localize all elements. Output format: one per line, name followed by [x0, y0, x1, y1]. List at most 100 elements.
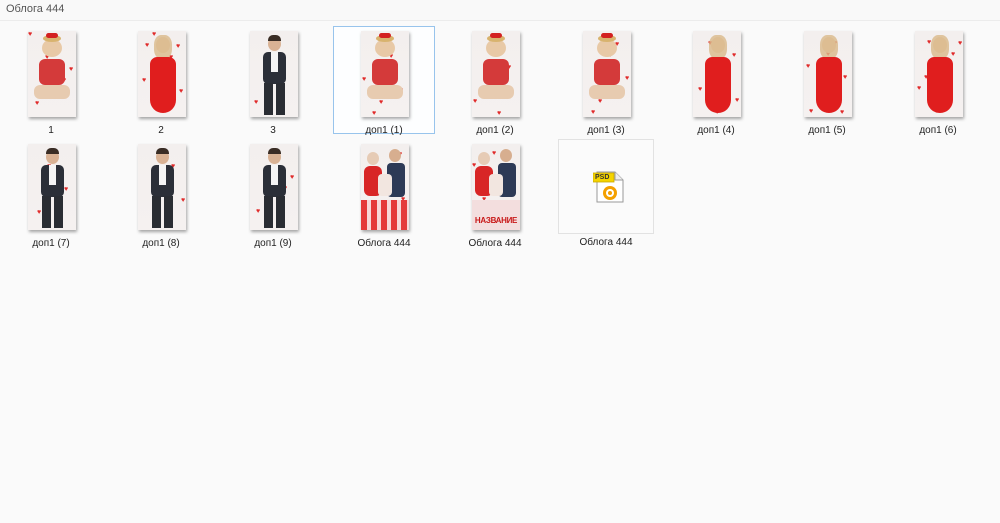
heart-decoration: ♥ — [840, 109, 845, 116]
heart-decoration: ♥ — [37, 209, 42, 216]
heart-decoration: ♥ — [256, 208, 261, 215]
file-item[interactable]: ♥♥♥♥♥♥♥♥2 — [110, 26, 212, 136]
heart-decoration: ♥ — [735, 97, 740, 104]
man-hair — [268, 35, 281, 41]
hair-bow — [601, 33, 613, 38]
child-dress — [483, 59, 509, 85]
file-item[interactable]: ♥♥♥♥♥♥ доп1 (3) — [555, 26, 657, 136]
file-name-label: доп1 (6) — [919, 125, 957, 136]
file-thumbnail: ♥♥♥♥♥♥ — [472, 31, 520, 117]
heart-decoration: ♥ — [28, 31, 33, 38]
left-leg — [42, 196, 51, 228]
heart-decoration: ♥ — [732, 52, 737, 59]
man-hair — [268, 148, 281, 154]
white-shirt — [271, 52, 278, 72]
file-name-label: Облога 444 — [357, 238, 411, 249]
hair-bow — [46, 33, 58, 38]
heart-decoration: ♥ — [290, 174, 295, 181]
man-head — [389, 149, 401, 162]
man-head — [500, 149, 512, 162]
heart-decoration: ♥ — [806, 63, 811, 70]
heart-decoration: ♥ — [598, 98, 603, 105]
file-item[interactable]: PSD Облога 444 — [558, 139, 654, 248]
red-dress — [927, 57, 953, 113]
file-thumbnail: ♥♥♥♥♥♥♥♥ — [693, 31, 741, 117]
file-thumbnail: ♥♥♥♥♥♥ — [361, 144, 409, 230]
right-leg — [276, 83, 285, 115]
file-item[interactable]: ♥♥♥♥♥♥♥♥доп1 (4) — [665, 26, 767, 136]
file-item[interactable]: ♥♥♥♥♥♥♥♥доп1 (5) — [776, 26, 878, 136]
woman-head — [367, 152, 379, 165]
file-name-label: Облога 444 — [579, 237, 633, 248]
child-legs — [367, 85, 403, 99]
heart-decoration: ♥ — [379, 99, 384, 106]
heart-decoration: ♥ — [179, 88, 184, 95]
file-item[interactable]: ♥♥♥♥♥♥♥♥ доп1 (6) — [887, 26, 989, 136]
file-item[interactable]: ♥♥♥♥ 3 — [222, 26, 324, 136]
file-name-label: доп1 (3) — [587, 125, 625, 136]
heart-decoration: ♥ — [497, 110, 502, 117]
heart-decoration: ♥ — [473, 98, 478, 105]
file-item[interactable]: ♥♥♥♥♥♥1 — [0, 26, 102, 136]
white-shirt — [49, 165, 56, 185]
heart-decoration: ♥ — [176, 43, 181, 50]
file-grid: ♥♥♥♥♥♥1♥♥♥♥♥♥♥♥2♥♥♥♥3♥♥♥♥♥♥доп1 (1)♥♥♥♥♥… — [0, 0, 1000, 523]
file-name-label: 1 — [48, 125, 54, 136]
file-item[interactable]: ♥♥♥♥доп1 (9) — [222, 139, 324, 249]
man-hair — [46, 148, 59, 154]
file-item[interactable]: ♥♥♥♥♥♥НАЗВАНИЕОблога 444 — [444, 139, 546, 249]
heart-decoration: ♥ — [64, 186, 69, 193]
heart-decoration: ♥ — [809, 108, 814, 115]
heart-decoration: ♥ — [698, 86, 703, 93]
heart-decoration: ♥ — [958, 40, 963, 47]
file-name-label: 2 — [158, 125, 164, 136]
file-name-label: доп1 (4) — [697, 125, 735, 136]
file-item[interactable]: ♥♥♥♥♥♥ Облога 444 — [333, 139, 435, 249]
heart-decoration: ♥ — [254, 99, 259, 106]
file-name-label: доп1 (7) — [32, 238, 70, 249]
cover-bottom — [472, 200, 520, 230]
child-legs — [478, 85, 514, 99]
left-leg — [264, 83, 273, 115]
heart-decoration: ♥ — [181, 197, 186, 204]
psd-badge-text: PSD — [595, 174, 610, 181]
red-dress — [705, 57, 731, 113]
hearts-band — [361, 200, 409, 230]
child-dress — [39, 59, 65, 85]
red-dress — [816, 57, 842, 113]
heart-decoration: ♥ — [35, 100, 40, 107]
right-leg — [276, 196, 285, 228]
heart-decoration: ♥ — [142, 77, 147, 84]
file-name-label: доп1 (8) — [142, 238, 180, 249]
file-item[interactable]: ♥♥♥♥ доп1 (8) — [110, 139, 212, 249]
psd-file-icon: PSD — [592, 170, 625, 204]
file-name-label: доп1 (1) — [365, 125, 403, 136]
red-dress — [150, 57, 176, 113]
white-shirt — [271, 165, 278, 185]
file-item[interactable]: ♥♥♥♥♥♥ доп1 (1) — [333, 26, 435, 136]
heart-decoration: ♥ — [145, 42, 150, 49]
file-item[interactable]: ♥♥♥♥♥♥доп1 (2) — [444, 26, 546, 136]
file-name-label: доп1 (9) — [254, 238, 292, 249]
file-thumbnail: ♥♥♥♥♥♥♥♥ — [915, 31, 963, 117]
heart-decoration: ♥ — [362, 76, 367, 83]
file-item[interactable]: ♥♥♥♥доп1 (7) — [0, 139, 102, 249]
file-name-label: доп1 (5) — [808, 125, 846, 136]
heart-decoration: ♥ — [917, 85, 922, 92]
cover-title-text: НАЗВАНИЕ — [474, 216, 518, 225]
white-shirt — [159, 165, 166, 185]
file-name-label: доп1 (2) — [476, 125, 514, 136]
file-thumbnail: ♥♥♥♥ — [138, 144, 186, 230]
heart-decoration: ♥ — [591, 109, 596, 116]
woman-hair — [154, 35, 172, 59]
hair-bow — [379, 33, 391, 38]
left-leg — [264, 196, 273, 228]
file-thumbnail: ♥♥♥♥♥♥ — [28, 31, 76, 117]
child-dress — [372, 59, 398, 85]
heart-decoration: ♥ — [843, 74, 848, 81]
child-figure — [489, 174, 503, 196]
heart-decoration: ♥ — [625, 75, 630, 82]
heart-decoration: ♥ — [69, 66, 74, 73]
file-thumbnail: ♥♥♥♥ — [28, 144, 76, 230]
file-thumbnail: ♥♥♥♥♥♥ — [361, 31, 409, 117]
